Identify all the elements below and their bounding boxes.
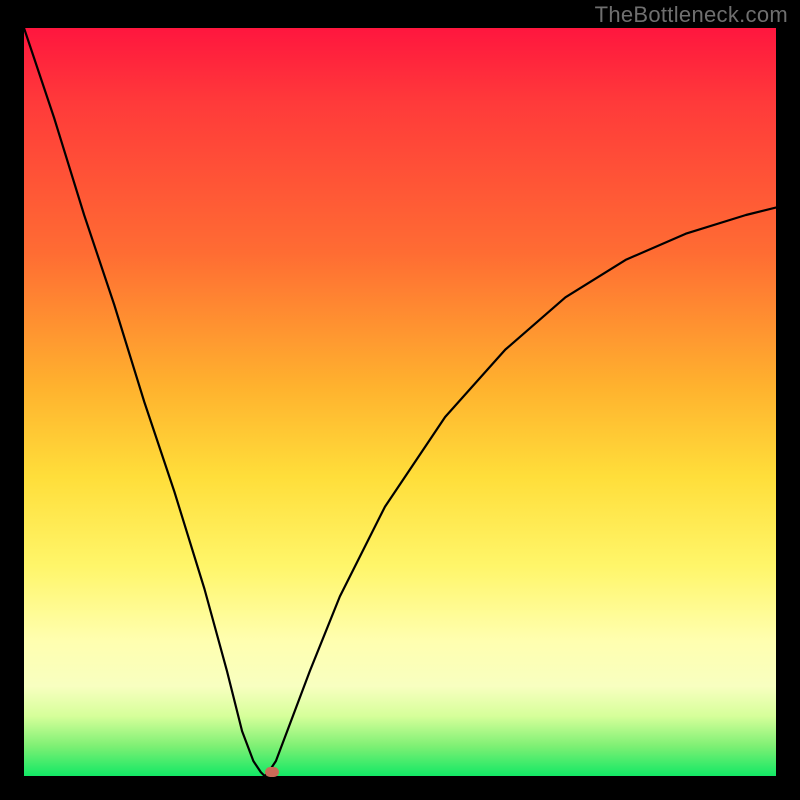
curve-path	[24, 28, 776, 776]
minimum-marker	[265, 767, 279, 777]
watermark-text: TheBottleneck.com	[595, 2, 788, 28]
chart-frame: TheBottleneck.com	[0, 0, 800, 800]
bottleneck-curve	[24, 28, 776, 776]
plot-area	[24, 28, 776, 776]
